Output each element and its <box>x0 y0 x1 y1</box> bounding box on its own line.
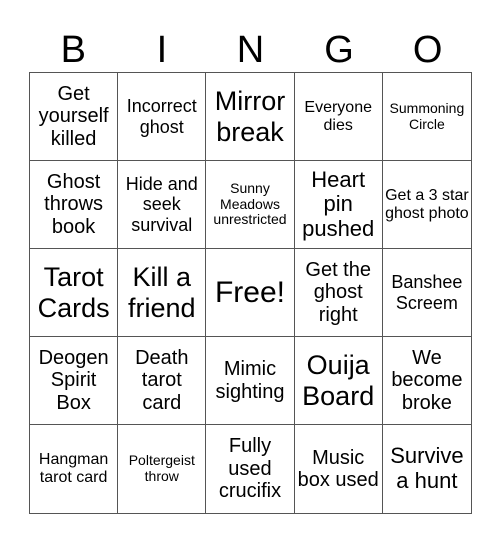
bingo-cell[interactable]: Summoning Circle <box>382 73 471 161</box>
bingo-cell[interactable]: Poltergeist throw <box>118 425 207 513</box>
bingo-cell[interactable]: Get yourself killed <box>30 73 119 161</box>
bingo-cell[interactable]: Fully used crucifix <box>206 425 295 513</box>
bingo-cell[interactable]: Kill a friend <box>118 249 207 337</box>
bingo-cell[interactable]: Hide and seek survival <box>118 161 207 249</box>
bingo-cell[interactable]: Incorrect ghost <box>118 73 207 161</box>
bingo-cell[interactable]: Death tarot card <box>118 337 207 425</box>
bingo-cell[interactable]: Ghost throws book <box>30 161 119 249</box>
bingo-header: B I N G O <box>29 28 472 72</box>
bingo-cell[interactable]: Tarot Cards <box>30 249 119 337</box>
bingo-cell[interactable]: Hangman tarot card <box>30 425 119 513</box>
bingo-cell[interactable]: Everyone dies <box>294 73 383 161</box>
header-letter-o: O <box>412 29 443 71</box>
bingo-cell[interactable]: Music box used <box>295 425 383 513</box>
bingo-cell[interactable]: We become broke <box>382 337 471 425</box>
bingo-cell[interactable]: Ouija Board <box>294 337 383 425</box>
bingo-cell[interactable]: Deogen Spirit Box <box>30 337 119 425</box>
header-letter-i: I <box>156 29 168 71</box>
bingo-grid: Get yourself killed Incorrect ghost Mirr… <box>29 72 472 514</box>
bingo-cell[interactable]: Get a 3 star ghost photo <box>382 161 471 249</box>
header-letter-n: N <box>236 29 265 71</box>
bingo-cell[interactable]: Banshee Screem <box>382 249 471 337</box>
bingo-cell[interactable]: Mimic sighting <box>206 337 295 425</box>
bingo-cell[interactable]: Heart pin pushed <box>294 161 383 249</box>
header-letter-g: G <box>324 29 354 71</box>
bingo-cell[interactable]: Survive a hunt <box>383 425 471 513</box>
bingo-cell[interactable]: Sunny Meadows unrestricted <box>206 161 295 249</box>
free-space[interactable]: Free! <box>206 249 295 337</box>
bingo-cell[interactable]: Get the ghost right <box>294 249 383 337</box>
bingo-cell[interactable]: Mirror break <box>206 73 295 161</box>
header-letter-b: B <box>60 29 86 71</box>
